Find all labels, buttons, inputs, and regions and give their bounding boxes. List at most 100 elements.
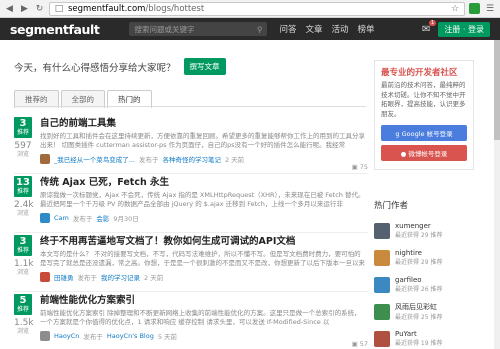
mail-icon[interactable]: ✉ 1 — [422, 19, 437, 35]
avatar[interactable] — [40, 272, 50, 282]
nav-item-articles[interactable]: 文章 — [306, 23, 323, 35]
published-in-label: 发布于 — [72, 215, 93, 223]
list-item: 13 推荐 2.4k 浏览 传统 Ajax 已死，Fetch 永生 原谅我做一次标题… — [14, 174, 368, 233]
author-item[interactable]: xumenger 最近获得 29 推荐 — [374, 217, 490, 244]
main-nav: 问答 文章 活动 榜单 — [279, 23, 374, 35]
article-title[interactable]: 传统 Ajax 已死，Fetch 永生 — [40, 174, 366, 188]
article-title[interactable]: 自己的前端工具集 — [40, 115, 366, 129]
google-icon: g — [395, 130, 400, 138]
author-stat: 最近获得 29 推荐 — [395, 232, 443, 239]
login-button[interactable]: 注册 · 登录 — [438, 21, 490, 37]
view-count: 1.5k 浏览 — [14, 318, 34, 335]
source-link[interactable]: 我的学习记录 — [101, 272, 140, 282]
avatar[interactable] — [374, 303, 390, 320]
article-excerpt: 前端性能优化方案索引 除掉整理和不断更新网络上收集的前端性能优化的方案。这里只是… — [40, 309, 361, 326]
nav-item-rankings[interactable]: 榜单 — [358, 23, 375, 35]
avatar[interactable] — [374, 222, 390, 239]
author-link[interactable]: 田雄勇 — [54, 272, 74, 282]
avatar[interactable] — [40, 213, 50, 223]
article-excerpt: 本文写的是什么？ 不对的接要写文档，不写，代码写法难维护，所以不懂不写。但是写文… — [40, 250, 365, 267]
address-bar[interactable]: □ segmentfault.com/blogs/hottest ☆ — [49, 1, 465, 16]
menu-icon[interactable]: ☰ — [484, 3, 496, 15]
avatar[interactable] — [374, 330, 390, 347]
author-name[interactable]: PuYart — [395, 330, 442, 338]
article-title[interactable]: 终于不用再苦逼地写文档了！教你如何生成可调试的API文档 — [40, 233, 366, 247]
compose-prompt: 今天，有什么心得感悟分享给大家呢？ — [14, 62, 176, 74]
author-name[interactable]: 风雨后见彩虹 — [395, 302, 442, 312]
author-name[interactable]: nightire — [395, 249, 442, 257]
author-item[interactable]: nightire 最近获得 29 推荐 — [374, 244, 490, 271]
address-url: segmentfault.com/blogs/hottest — [68, 3, 205, 14]
publish-time: 2 天前 — [224, 156, 245, 164]
scrollbar[interactable] — [494, 40, 500, 349]
site-logo[interactable]: segmentfault — [10, 22, 100, 37]
published-in-label: 发布于 — [83, 333, 103, 341]
author-stat: 最近获得 26 推荐 — [395, 286, 443, 293]
forward-icon[interactable]: ▶ — [19, 3, 30, 14]
avatar[interactable] — [374, 249, 390, 266]
source-link[interactable]: 会影 — [96, 213, 109, 223]
author-item[interactable]: 风雨后见彩虹 最近获得 25 推荐 — [374, 298, 490, 325]
extension-icon[interactable] — [469, 3, 480, 14]
bookmark-count[interactable]: ▣ 57 — [352, 340, 368, 348]
reload-icon[interactable]: ↻ — [34, 3, 45, 14]
author-link[interactable]: _我已经从一个菜鸟变成了... — [54, 154, 135, 164]
star-icon[interactable]: ☆ — [449, 3, 461, 15]
bookmark-count[interactable]: ▣ 75 — [352, 163, 368, 171]
author-item[interactable]: PuYart 最近获得 19 推荐 — [374, 325, 490, 349]
mail-badge: 1 — [428, 19, 437, 26]
author-name[interactable]: xumenger — [395, 222, 442, 230]
scrollbar-thumb[interactable] — [494, 40, 500, 140]
vote-count: 13 推荐 — [14, 176, 32, 197]
weibo-icon: ● — [400, 150, 407, 158]
promo-card: 最专业的开发者社区 最前沿的技术问答，最纯粹的技术切磋。让你不知不觉中开拓眼界，… — [374, 60, 474, 170]
vote-count: 3 推荐 — [14, 117, 32, 138]
search-icon[interactable]: ⚲ — [257, 25, 263, 34]
hot-authors-title: 热门作者 — [374, 201, 409, 211]
avatar[interactable] — [374, 276, 390, 293]
weibo-login-button[interactable]: ● 微博帐号登录 — [381, 145, 467, 161]
main-content: 今天，有什么心得感悟分享给大家呢？ 撰写文章 推荐的 全部的 热门的 3 推荐 5… — [0, 40, 500, 349]
source-link[interactable]: HaoyCn's Blog — [107, 332, 154, 340]
view-count: 1.1k 浏览 — [14, 259, 34, 276]
article-list: 3 推荐 597 浏览 自己的前端工具集 找到好的工具和插件会在这里持续更新，方便依… — [14, 115, 368, 349]
avatar[interactable] — [40, 154, 50, 164]
author-item[interactable]: garfileo 最近获得 26 推荐 — [374, 271, 490, 298]
list-item: 5 推荐 1.5k 浏览 前端性能优化方案索引 前端性能优化方案索引 除掉整理和不断… — [14, 292, 368, 349]
published-in-label: 发布于 — [138, 156, 159, 164]
write-article-button[interactable]: 撰写文章 — [183, 58, 226, 75]
article-excerpt: 原谅我做一次标题党，Ajax 不会死，传统 Ajax 指的是 XMLHttpRe… — [40, 191, 365, 208]
article-excerpt: 找到好的工具和插件会在这里持续更新，方便依靠的重复回顾。希望更多的重复能够帮你工… — [40, 132, 365, 149]
view-count: 2.4k 浏览 — [14, 200, 34, 217]
view-count: 597 浏览 — [14, 141, 32, 158]
tabs-divider — [14, 106, 366, 107]
back-icon[interactable]: ◀ — [4, 3, 15, 14]
article-title[interactable]: 前端性能优化方案索引 — [40, 292, 366, 306]
site-header: segmentfault 搜索问题或关键字 ⚲ 问答 文章 活动 榜单 ✉ 1 注… — [0, 18, 500, 40]
nav-item-events[interactable]: 活动 — [332, 23, 349, 35]
author-stat: 最近获得 19 推荐 — [395, 340, 443, 347]
list-item: 3 推荐 1.1k 浏览 终于不用再苦逼地写文档了！教你如何生成可调试的API文档 … — [14, 233, 368, 292]
promo-title: 最专业的开发者社区 — [381, 68, 458, 78]
nav-item-questions[interactable]: 问答 — [279, 23, 296, 35]
search-placeholder: 搜索问题或关键字 — [134, 24, 195, 34]
vote-count: 5 推荐 — [14, 294, 32, 315]
avatar[interactable] — [40, 331, 50, 341]
browser-toolbar: ◀ ▶ ↻ □ segmentfault.com/blogs/hottest ☆… — [0, 0, 500, 18]
publish-time: 9月30日 — [113, 215, 139, 223]
bookmark-icon: ▣ — [351, 340, 358, 348]
hot-authors: 热门作者 xumenger 最近获得 29 推荐 nightire 最近获得 29 … — [374, 199, 490, 349]
google-login-button[interactable]: g Google 帐号登录 — [381, 125, 467, 141]
author-link[interactable]: Cam — [54, 214, 69, 222]
bookmark-icon: ▣ — [351, 163, 358, 171]
author-stat: 最近获得 29 推荐 — [395, 259, 443, 266]
author-name[interactable]: garfileo — [395, 276, 442, 284]
publish-time: 5 天前 — [157, 333, 178, 341]
author-stat: 最近获得 25 推荐 — [395, 314, 443, 321]
source-link[interactable]: 各种奇怪的学习笔记 — [162, 154, 221, 164]
promo-text: 最前沿的技术问答，最纯粹的技术切磋。让你不知不觉中开拓眼界，提高技能，认识更多朋… — [381, 81, 466, 118]
author-link[interactable]: HaoyCn — [54, 332, 79, 340]
page-icon: □ — [54, 3, 64, 14]
list-item: 3 推荐 597 浏览 自己的前端工具集 找到好的工具和插件会在这里持续更新，方便依… — [14, 115, 368, 174]
search-input[interactable]: 搜索问题或关键字 ⚲ — [129, 22, 268, 36]
